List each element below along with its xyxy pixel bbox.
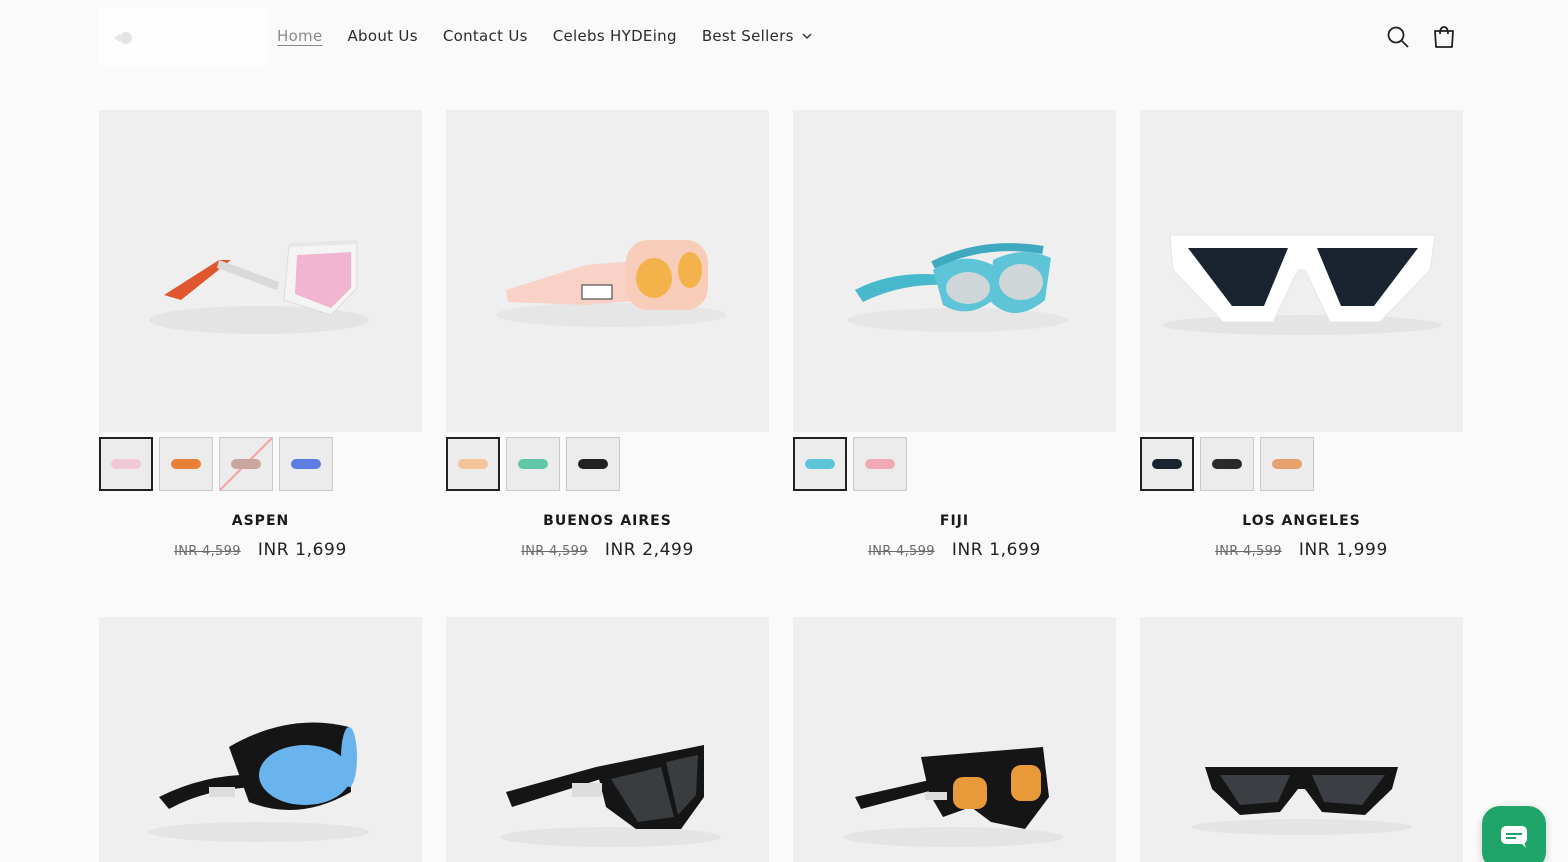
swatch[interactable] — [793, 437, 847, 491]
nav-best-sellers[interactable]: Best Sellers — [702, 27, 812, 45]
original-price: INR 4,599 — [521, 544, 588, 559]
brand-logo[interactable] — [98, 8, 268, 66]
product-image[interactable] — [446, 617, 769, 862]
original-price: INR 4,599 — [1215, 544, 1282, 559]
product-card[interactable] — [1140, 617, 1463, 862]
swatch-color — [1272, 459, 1302, 469]
sunglasses-image — [1192, 767, 1412, 835]
color-swatches — [1140, 437, 1463, 491]
nav-celebs-label: Celebs HYDEing — [552, 27, 677, 45]
color-swatches — [99, 437, 422, 491]
site-header: Home About Us Contact Us Celebs HYDEing … — [0, 0, 1568, 76]
chat-icon — [1501, 826, 1527, 848]
product-title[interactable]: FIJI — [793, 513, 1116, 529]
swatch[interactable] — [99, 437, 153, 491]
cart-icon — [1434, 26, 1454, 48]
product-card[interactable] — [446, 617, 769, 862]
swatch[interactable] — [279, 437, 333, 491]
sunglasses-image — [843, 747, 1063, 847]
sunglasses-image — [501, 745, 721, 847]
product-image[interactable] — [446, 110, 769, 432]
swatch-color — [518, 459, 548, 469]
swatch-color — [231, 459, 261, 469]
product-image[interactable] — [793, 110, 1116, 432]
nav-about-us[interactable]: About Us — [348, 27, 418, 45]
product-card-aspen[interactable]: ASPEN INR 4,599 INR 1,699 — [99, 110, 422, 560]
swatch-color — [1212, 459, 1242, 469]
swatch[interactable] — [1200, 437, 1254, 491]
product-title[interactable]: LOS ANGELES — [1140, 513, 1463, 529]
swatch[interactable] — [1260, 437, 1314, 491]
product-image[interactable] — [1140, 617, 1463, 862]
sale-price: INR 2,499 — [604, 540, 694, 560]
product-card-fiji[interactable]: FIJI INR 4,599 INR 1,699 — [793, 110, 1116, 560]
swatch-color — [578, 459, 608, 469]
sunglasses-image — [149, 722, 369, 842]
product-image[interactable] — [1140, 110, 1463, 432]
product-prices: INR 4,599 INR 1,699 — [99, 540, 422, 560]
sale-price: INR 1,699 — [951, 540, 1041, 560]
swatch[interactable] — [446, 437, 500, 491]
product-image[interactable] — [99, 110, 422, 432]
swatch-color — [171, 459, 201, 469]
nav-celebs-hydeing[interactable]: Celebs HYDEing — [553, 27, 677, 45]
product-card-buenos-aires[interactable]: BUENOS AIRES INR 4,599 INR 2,499 — [446, 110, 769, 560]
main-nav: Home About Us Contact Us Celebs HYDEing … — [277, 27, 837, 45]
chevron-down-icon — [802, 33, 812, 39]
nav-about-label: About Us — [347, 27, 418, 45]
swatch-color — [291, 459, 321, 469]
sunglasses-image — [1162, 234, 1442, 335]
original-price: INR 4,599 — [174, 544, 241, 559]
swatch[interactable] — [506, 437, 560, 491]
swatch[interactable] — [853, 437, 907, 491]
nav-home-label: Home — [277, 27, 323, 45]
product-title[interactable]: BUENOS AIRES — [446, 513, 769, 529]
product-prices: INR 4,599 INR 1,999 — [1140, 540, 1463, 560]
sale-price: INR 1,999 — [1298, 540, 1388, 560]
logo-mark-icon — [114, 32, 132, 44]
product-title[interactable]: ASPEN — [99, 513, 422, 529]
swatch-color — [805, 459, 835, 469]
nav-best-sellers-label: Best Sellers — [701, 27, 794, 45]
swatch-color — [458, 459, 488, 469]
swatch-color — [865, 459, 895, 469]
swatch-color — [1152, 459, 1182, 469]
product-card-los-angeles[interactable]: LOS ANGELES INR 4,599 INR 1,999 — [1140, 110, 1463, 560]
swatch[interactable] — [566, 437, 620, 491]
original-price: INR 4,599 — [868, 544, 935, 559]
color-swatches — [446, 437, 769, 491]
swatch-unavailable[interactable] — [219, 437, 273, 491]
product-image[interactable] — [99, 617, 422, 862]
sunglasses-image — [496, 240, 726, 327]
nav-contact-label: Contact Us — [442, 27, 528, 45]
nav-contact-us[interactable]: Contact Us — [443, 27, 528, 45]
swatch[interactable] — [159, 437, 213, 491]
nav-home[interactable]: Home — [277, 27, 323, 45]
chat-widget-button[interactable] — [1482, 806, 1546, 862]
product-prices: INR 4,599 INR 2,499 — [446, 540, 769, 560]
product-card[interactable] — [99, 617, 422, 862]
product-prices: INR 4,599 INR 1,699 — [793, 540, 1116, 560]
product-card[interactable] — [793, 617, 1116, 862]
swatch-color — [111, 459, 141, 469]
swatch[interactable] — [1140, 437, 1194, 491]
search-button[interactable] — [1385, 24, 1411, 50]
cart-button[interactable] — [1431, 24, 1457, 50]
color-swatches — [793, 437, 1116, 491]
search-icon — [1387, 26, 1409, 48]
sunglasses-image — [848, 243, 1068, 332]
sale-price: INR 1,699 — [257, 540, 347, 560]
product-image[interactable] — [793, 617, 1116, 862]
sunglasses-image — [149, 240, 369, 334]
